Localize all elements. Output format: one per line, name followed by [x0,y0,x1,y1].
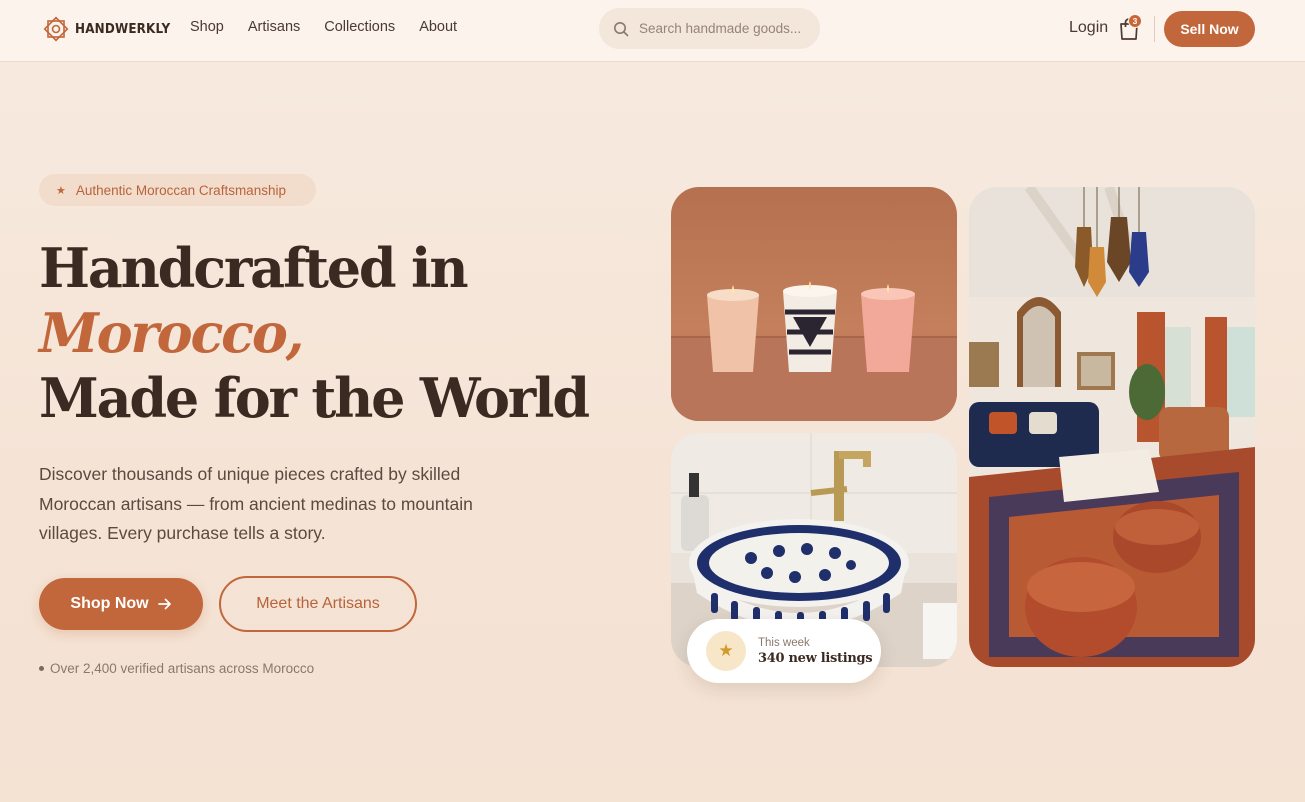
nav-link-shop[interactable]: Shop [190,19,224,35]
shop-now-label: Shop Now [70,595,149,612]
nav-link-artisans[interactable]: Artisans [248,19,300,35]
main-nav: Shop Artisans Collections About [190,19,457,35]
badge-title: 340 new listings [758,650,873,666]
shop-now-button[interactable]: Shop Now [39,578,203,630]
logo-mark-icon [43,16,69,42]
login-link[interactable]: Login [1069,19,1108,37]
search-icon [614,21,629,36]
cart-count-badge: 3 [1128,14,1142,28]
star-icon: ★ [56,183,66,197]
star-icon: ★ [706,631,746,671]
bullet-dot [39,666,44,671]
search-bar[interactable] [599,8,820,49]
sell-now-button[interactable]: Sell Now [1164,11,1255,47]
headline-accent: Morocco, [39,301,304,365]
headline-line-3: Made for the World [39,366,590,430]
search-input[interactable] [639,21,809,36]
brand-name: HANDWERKLY [75,21,171,37]
page: HANDWERKLY Shop Artisans Collections Abo… [0,0,1305,802]
hero-description: Discover thousands of unique pieces craf… [39,464,473,543]
artisan-count-note: Over 2,400 verified artisans across Moro… [39,661,314,676]
nav-link-collections[interactable]: Collections [324,19,395,35]
brand-logo[interactable]: HANDWERKLY [42,14,179,44]
hero-tag-pill: ★ Authentic Moroccan Craftsmanship [39,174,316,206]
hero-headline: Handcrafted in Morocco, Made for the Wor… [39,236,639,431]
badge-subtitle: This week [758,636,810,649]
nav-link-about[interactable]: About [419,19,457,35]
candles-image[interactable] [671,187,957,421]
new-listings-badge: ★ This week 340 new listings [687,619,881,683]
top-nav: HANDWERKLY Shop Artisans Collections Abo… [0,0,1305,62]
badge-text: This week 340 new listings [758,636,873,666]
arrow-right-icon [157,598,171,610]
cart-button[interactable]: 3 [1118,14,1142,42]
artisan-count-text: Over 2,400 verified artisans across Moro… [50,661,315,676]
living-room-image[interactable] [969,187,1255,667]
nav-divider [1154,16,1155,42]
meet-artisans-button[interactable]: Meet the Artisans [219,576,417,632]
hero-tag-label: Authentic Moroccan Craftsmanship [75,182,286,198]
headline-line-1: Handcrafted in [39,236,469,300]
